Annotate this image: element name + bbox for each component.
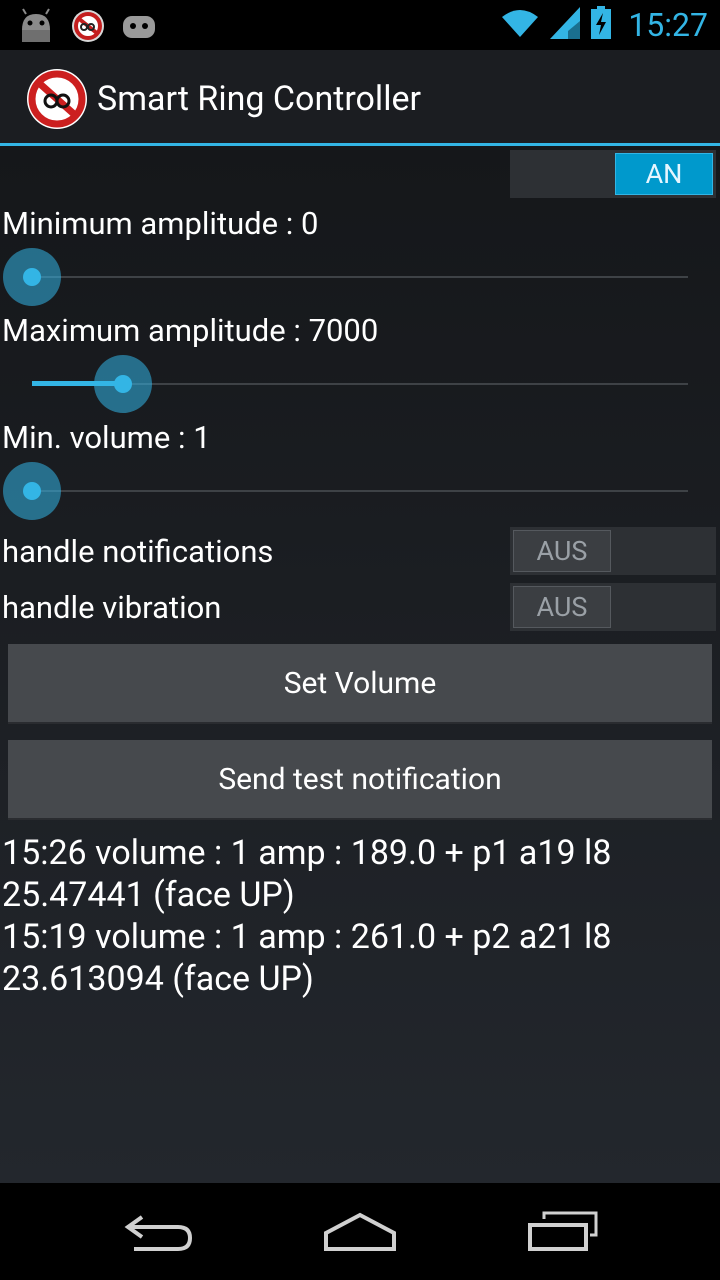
app-notification-icon: [70, 8, 106, 48]
min-amplitude-label: Minimum amplitude : 0: [2, 205, 319, 242]
min-amplitude-track: [32, 276, 688, 278]
recent-apps-icon[interactable]: [522, 1209, 602, 1257]
set-volume-button[interactable]: Set Volume: [8, 644, 712, 724]
handle-vibration-switch[interactable]: AUS: [510, 583, 716, 631]
navigation-bar: [0, 1183, 720, 1280]
send-test-notification-button[interactable]: Send test notification: [8, 740, 712, 820]
handle-notifications-label: handle notifications: [2, 533, 274, 570]
handle-notifications-switch-thumb: AUS: [513, 530, 611, 572]
android-icon: [16, 8, 56, 48]
android-bug-icon: [120, 11, 158, 45]
back-icon[interactable]: [120, 1209, 200, 1257]
master-switch[interactable]: AN: [510, 150, 716, 198]
home-icon[interactable]: [320, 1209, 400, 1257]
event-log: 15:26 volume : 1 amp : 189.0 + p1 a19 l8…: [2, 832, 718, 1000]
max-amplitude-label: Maximum amplitude : 7000: [2, 312, 379, 349]
max-amplitude-thumb[interactable]: [94, 355, 152, 413]
signal-icon: [550, 7, 581, 43]
status-icons-left: [16, 8, 158, 48]
master-switch-thumb: AN: [615, 153, 713, 195]
min-volume-label: Min. volume : 1: [2, 419, 211, 456]
battery-charging-icon: [590, 6, 612, 44]
min-volume-thumb[interactable]: [3, 462, 61, 520]
main-content: AN Minimum amplitude : 0 Maximum amplitu…: [0, 146, 720, 1183]
min-volume-track: [32, 490, 688, 492]
handle-vibration-switch-thumb: AUS: [513, 586, 611, 628]
app-no-ring-icon[interactable]: [26, 68, 88, 130]
handle-notifications-switch[interactable]: AUS: [510, 527, 716, 575]
log-entry: 15:19 volume : 1 amp : 261.0 + p2 a21 l8…: [2, 917, 612, 999]
min-amplitude-thumb[interactable]: [3, 248, 61, 306]
status-clock: 15:27: [628, 6, 708, 44]
wifi-icon: [500, 7, 540, 43]
status-icons-right: 15:27: [500, 6, 708, 44]
status-bar: 15:27: [0, 0, 720, 50]
app-title: Smart Ring Controller: [97, 79, 422, 119]
action-bar: Smart Ring Controller: [0, 50, 720, 144]
log-entry: 15:26 volume : 1 amp : 189.0 + p1 a19 l8…: [2, 833, 612, 915]
handle-vibration-label: handle vibration: [2, 589, 222, 626]
